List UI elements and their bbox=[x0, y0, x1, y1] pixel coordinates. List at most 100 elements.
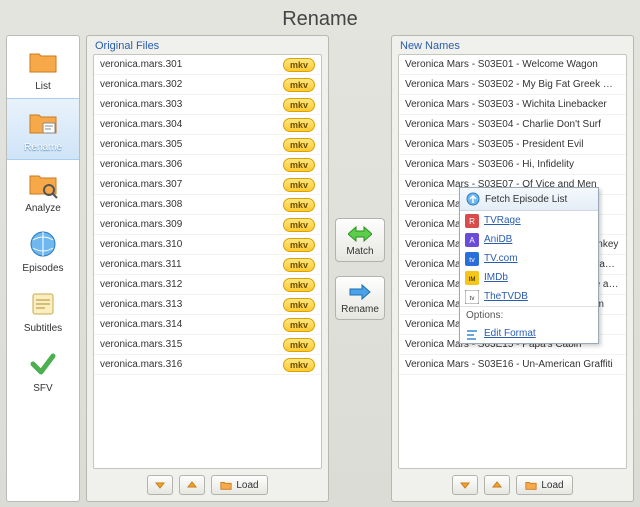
sfv-icon bbox=[27, 348, 59, 380]
list-item[interactable]: veronica.mars.313mkv bbox=[94, 295, 321, 315]
source-icon: R bbox=[465, 214, 479, 228]
popup-source-tvcom[interactable]: tv TV.com bbox=[460, 249, 598, 268]
list-item[interactable]: veronica.mars.305mkv bbox=[94, 135, 321, 155]
sidebar-item-label: Episodes bbox=[9, 263, 77, 274]
list-item[interactable]: veronica.mars.303mkv bbox=[94, 95, 321, 115]
sidebar-item-subtitles[interactable]: Subtitles bbox=[7, 280, 79, 340]
move-up-button[interactable] bbox=[484, 475, 510, 495]
ext-badge: mkv bbox=[283, 78, 315, 92]
left-footer: Load bbox=[87, 469, 328, 501]
sidebar-item-label: Analyze bbox=[9, 203, 77, 214]
popup-source-imdb[interactable]: IM IMDb bbox=[460, 268, 598, 287]
popup-options-label: Options: bbox=[460, 306, 598, 324]
fetch-episode-popup: Fetch Episode List R TVRage A AniDB tv TV.com… bbox=[459, 187, 599, 344]
rename-icon bbox=[27, 107, 59, 139]
list-item[interactable]: Veronica Mars - S03E16 - Un-American Gra… bbox=[399, 355, 626, 375]
list-item[interactable]: veronica.mars.312mkv bbox=[94, 275, 321, 295]
original-files-title: Original Files bbox=[87, 36, 328, 54]
ext-badge: mkv bbox=[283, 358, 315, 372]
sidebar-item-label: List bbox=[9, 81, 77, 92]
popup-edit-format[interactable]: Edit Format bbox=[460, 324, 598, 343]
popup-source-label: AniDB bbox=[484, 234, 512, 245]
ext-badge: mkv bbox=[283, 238, 315, 252]
middle-column: Match Rename bbox=[333, 35, 387, 502]
list-item[interactable]: Veronica Mars - S03E02 - My Big Fat Gree… bbox=[399, 75, 626, 95]
source-icon: IM bbox=[465, 271, 479, 285]
edit-format-icon bbox=[465, 327, 479, 341]
load-button-right[interactable]: Load bbox=[516, 475, 572, 495]
list-item[interactable]: veronica.mars.314mkv bbox=[94, 315, 321, 335]
new-names-title: New Names bbox=[392, 36, 633, 54]
sidebar: List Rename Analyze Episodes Subtitles SFV bbox=[6, 35, 80, 502]
list-item[interactable]: veronica.mars.302mkv bbox=[94, 75, 321, 95]
rename-button[interactable]: Rename bbox=[335, 276, 385, 320]
svg-text:tv: tv bbox=[470, 296, 475, 302]
ext-badge: mkv bbox=[283, 58, 315, 72]
list-item[interactable]: Veronica Mars - S03E03 - Wichita Linebac… bbox=[399, 95, 626, 115]
sidebar-item-label: SFV bbox=[9, 383, 77, 394]
sidebar-item-label: Subtitles bbox=[9, 323, 77, 334]
list-item[interactable]: veronica.mars.301mkv bbox=[94, 55, 321, 75]
analyze-icon bbox=[27, 168, 59, 200]
list-item[interactable]: veronica.mars.306mkv bbox=[94, 155, 321, 175]
list-item[interactable]: veronica.mars.308mkv bbox=[94, 195, 321, 215]
ext-badge: mkv bbox=[283, 218, 315, 232]
ext-badge: mkv bbox=[283, 338, 315, 352]
list-item[interactable]: veronica.mars.304mkv bbox=[94, 115, 321, 135]
original-files-list[interactable]: veronica.mars.301mkvveronica.mars.302mkv… bbox=[93, 54, 322, 469]
list-icon bbox=[27, 46, 59, 78]
list-item[interactable]: Veronica Mars - S03E05 - President Evil bbox=[399, 135, 626, 155]
popup-source-label: IMDb bbox=[484, 272, 508, 283]
episodes-icon bbox=[27, 228, 59, 260]
match-label: Match bbox=[338, 246, 382, 257]
load-button-left[interactable]: Load bbox=[211, 475, 267, 495]
fetch-icon bbox=[466, 192, 480, 206]
list-item[interactable]: veronica.mars.307mkv bbox=[94, 175, 321, 195]
ext-badge: mkv bbox=[283, 98, 315, 112]
ext-badge: mkv bbox=[283, 198, 315, 212]
ext-badge: mkv bbox=[283, 178, 315, 192]
sidebar-item-list[interactable]: List bbox=[7, 38, 79, 98]
list-item[interactable]: Veronica Mars - S03E06 - Hi, Infidelity bbox=[399, 155, 626, 175]
ext-badge: mkv bbox=[283, 258, 315, 272]
list-item[interactable]: Veronica Mars - S03E04 - Charlie Don't S… bbox=[399, 115, 626, 135]
ext-badge: mkv bbox=[283, 138, 315, 152]
match-button[interactable]: Match bbox=[335, 218, 385, 262]
source-icon: A bbox=[465, 233, 479, 247]
popup-header-label: Fetch Episode List bbox=[485, 194, 567, 205]
ext-badge: mkv bbox=[283, 118, 315, 132]
load-label: Load bbox=[236, 480, 258, 491]
svg-text:A: A bbox=[469, 236, 475, 245]
move-down-button[interactable] bbox=[452, 475, 478, 495]
ext-badge: mkv bbox=[283, 158, 315, 172]
list-item[interactable]: Veronica Mars - S03E01 - Welcome Wagon bbox=[399, 55, 626, 75]
move-down-button[interactable] bbox=[147, 475, 173, 495]
source-icon: tv bbox=[465, 252, 479, 266]
sidebar-item-episodes[interactable]: Episodes bbox=[7, 220, 79, 280]
popup-source-tvrage[interactable]: R TVRage bbox=[460, 211, 598, 230]
list-item[interactable]: veronica.mars.309mkv bbox=[94, 215, 321, 235]
popup-source-anidb[interactable]: A AniDB bbox=[460, 230, 598, 249]
list-item[interactable]: veronica.mars.311mkv bbox=[94, 255, 321, 275]
list-item[interactable]: veronica.mars.310mkv bbox=[94, 235, 321, 255]
source-icon: tv bbox=[465, 290, 479, 304]
ext-badge: mkv bbox=[283, 318, 315, 332]
move-up-button[interactable] bbox=[179, 475, 205, 495]
list-item[interactable]: veronica.mars.316mkv bbox=[94, 355, 321, 375]
ext-badge: mkv bbox=[283, 298, 315, 312]
sidebar-item-sfv[interactable]: SFV bbox=[7, 340, 79, 400]
sidebar-item-label: Rename bbox=[9, 142, 77, 153]
popup-source-label: TheTVDB bbox=[484, 291, 528, 302]
sidebar-item-analyze[interactable]: Analyze bbox=[7, 160, 79, 220]
sidebar-item-rename[interactable]: Rename bbox=[7, 98, 79, 160]
list-item[interactable]: veronica.mars.315mkv bbox=[94, 335, 321, 355]
popup-edit-format-label: Edit Format bbox=[484, 328, 536, 339]
page-title: Rename bbox=[0, 0, 640, 35]
popup-header: Fetch Episode List bbox=[460, 188, 598, 211]
popup-source-thetvdb[interactable]: tv TheTVDB bbox=[460, 287, 598, 306]
popup-source-label: TV.com bbox=[484, 253, 518, 264]
svg-text:tv: tv bbox=[469, 257, 475, 264]
original-files-panel: Original Files veronica.mars.301mkvveron… bbox=[86, 35, 329, 502]
popup-source-label: TVRage bbox=[484, 215, 521, 226]
load-label: Load bbox=[541, 480, 563, 491]
